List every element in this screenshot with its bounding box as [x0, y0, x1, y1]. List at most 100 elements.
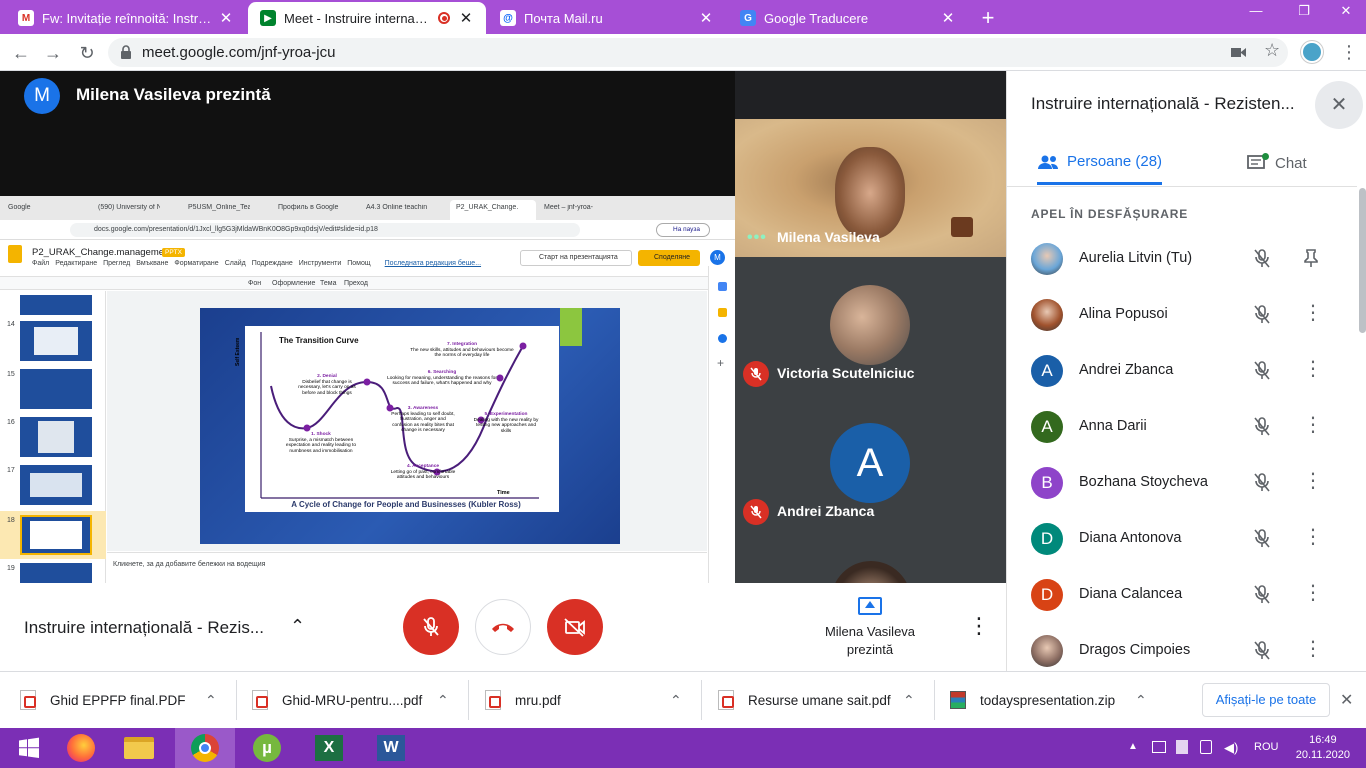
close-icon[interactable]: ✕ — [218, 9, 234, 27]
minimize-button[interactable]: — — [1236, 0, 1276, 22]
close-panel-button[interactable]: ✕ — [1315, 81, 1363, 129]
presenting-label[interactable]: Milena Vasileva prezintă — [810, 623, 930, 659]
more-options-icon[interactable]: ⋮ — [1303, 470, 1323, 492]
participant-name: Victoria Scutelniciuc — [777, 365, 915, 381]
participant-row[interactable]: Alina Popusoi ⋮ — [1007, 290, 1357, 346]
more-options-icon[interactable]: ⋮ — [1303, 414, 1323, 436]
leave-call-button[interactable] — [475, 599, 531, 655]
new-tab-button[interactable]: + — [972, 2, 1004, 34]
close-icon[interactable]: ✕ — [940, 9, 956, 27]
video-tile-presenter[interactable]: ••• Milena Vasileva — [735, 119, 1006, 257]
chevron-up-icon[interactable]: ⌃ — [290, 616, 305, 637]
tab-people[interactable]: Persoane (28) — [1037, 141, 1163, 185]
bookmark-star-icon[interactable]: ☆ — [1264, 40, 1280, 61]
participant-name: Milena Vasileva — [777, 229, 880, 245]
more-options-icon[interactable]: ⋮ — [1303, 302, 1323, 324]
participant-name: Dragos Cimpoies — [1079, 642, 1191, 658]
chevron-up-icon[interactable]: ⌃ — [205, 692, 217, 709]
action-center-flag-icon[interactable] — [1152, 741, 1166, 753]
forward-button[interactable]: → — [40, 40, 66, 66]
pin-icon[interactable] — [1303, 248, 1319, 268]
stage-label: 1. Shock Surprise, a mismatch between exp… — [285, 432, 357, 454]
back-button[interactable]: ← — [8, 40, 34, 66]
calendar-icon — [718, 282, 727, 291]
more-options-icon[interactable]: ⋮ — [1303, 526, 1323, 548]
close-downloads-icon[interactable]: ✕ — [1340, 690, 1353, 710]
profile-avatar[interactable] — [1301, 41, 1323, 63]
download-item[interactable]: Ghid EPPFP final.PDF ⌃ — [20, 672, 245, 728]
pdf-file-icon — [252, 690, 268, 710]
more-options-icon[interactable]: ⋮ — [1303, 582, 1323, 604]
clock[interactable]: 16:49 20.11.2020 — [1296, 733, 1350, 763]
restore-button[interactable]: ❐ — [1284, 0, 1324, 22]
firefox-icon[interactable] — [52, 728, 110, 768]
participant-row[interactable]: A Anna Darii ⋮ — [1007, 402, 1357, 458]
file-explorer-icon[interactable] — [110, 728, 168, 768]
keep-icon — [718, 308, 727, 317]
reload-button[interactable]: ↻ — [74, 40, 100, 66]
utorrent-icon[interactable]: µ — [238, 728, 296, 768]
tab-title: Google Traducere — [764, 10, 869, 26]
present-screen-icon[interactable] — [858, 597, 882, 615]
microphone-toggle-button[interactable] — [403, 599, 459, 655]
tab-chat[interactable]: Chat — [1247, 141, 1307, 185]
network-icon[interactable] — [1176, 740, 1188, 754]
window-close-button[interactable]: ✕ — [1326, 0, 1366, 22]
mic-off-icon — [743, 499, 769, 525]
x-axis-label: Time — [497, 490, 510, 496]
recording-icon — [438, 12, 450, 24]
mic-off-icon — [1254, 305, 1270, 324]
show-all-downloads-button[interactable]: Afișați-le pe toate — [1202, 683, 1330, 717]
browser-tab-meet[interactable]: ▶ Meet - Instruire internationa ✕ — [248, 2, 486, 34]
browser-tab-translate[interactable]: G Google Traducere ✕ — [728, 2, 968, 34]
participant-name: Alina Popusoi — [1079, 306, 1168, 322]
y-axis-label: Self Esteem — [235, 337, 241, 366]
participant-row[interactable]: D Diana Antonova ⋮ — [1007, 514, 1357, 570]
download-item[interactable]: todayspresentation.zip ⌃ — [950, 672, 1175, 728]
participant-row[interactable]: Aurelia Litvin (Tu) — [1007, 234, 1357, 290]
chevron-up-icon[interactable]: ⌃ — [670, 692, 682, 709]
browser-tab-gmail[interactable]: M Fw: Invitație reînnoită: Instruire in … — [6, 2, 246, 34]
shared-tab-strip: Google (590) University of N P5USM_Onlin… — [0, 196, 735, 220]
volume-icon[interactable]: ◀) — [1224, 740, 1238, 756]
video-tile[interactable]: A Andrei Zbanca — [735, 397, 1006, 537]
download-item[interactable]: Ghid-MRU-pentru....pdf ⌃ — [252, 672, 477, 728]
more-options-icon[interactable]: ⋮ — [1303, 638, 1323, 660]
meeting-title[interactable]: Instruire internațională - Rezis... — [24, 618, 264, 638]
more-options-icon[interactable]: ⋮ — [968, 613, 990, 639]
close-icon[interactable]: ✕ — [698, 9, 714, 27]
word-icon[interactable]: W — [362, 728, 420, 768]
excel-icon[interactable]: X — [300, 728, 358, 768]
slide-thumbnail-selected — [20, 515, 92, 555]
chevron-up-icon[interactable]: ⌃ — [1135, 692, 1147, 709]
mic-off-icon — [1254, 249, 1270, 268]
participant-row[interactable]: A Andrei Zbanca ⋮ — [1007, 346, 1357, 402]
download-item[interactable]: Resurse umane sait.pdf ⌃ — [718, 672, 943, 728]
video-tile[interactable]: Victoria Scutelniciuc — [735, 257, 1006, 397]
camera-icon[interactable] — [1231, 46, 1247, 59]
more-options-icon[interactable]: ⋮ — [1303, 358, 1323, 380]
camera-toggle-button[interactable] — [547, 599, 603, 655]
address-bar[interactable]: meet.google.com/jnf-yroa-jcu ☆ — [108, 38, 1288, 67]
browser-tab-mail[interactable]: @ Почта Mail.ru ✕ — [488, 2, 726, 34]
start-icon[interactable] — [0, 728, 58, 768]
menu-item: Файл — [32, 260, 50, 267]
video-tile[interactable] — [735, 537, 1006, 583]
slides-toolbar: Фон Оформление Тема Преход — [0, 276, 735, 290]
tray-chevron-icon[interactable]: ▲ — [1128, 741, 1138, 752]
download-filename: Resurse umane sait.pdf — [748, 692, 891, 708]
panel-scrollbar[interactable] — [1359, 188, 1366, 333]
participant-row[interactable]: B Bozhana Stoycheva ⋮ — [1007, 458, 1357, 514]
battery-icon[interactable] — [1200, 740, 1212, 754]
language-indicator[interactable]: ROU — [1254, 741, 1278, 753]
chevron-up-icon[interactable]: ⌃ — [903, 692, 915, 709]
download-item[interactable]: mru.pdf ⌃ — [485, 672, 710, 728]
participant-row[interactable]: D Diana Calancea ⋮ — [1007, 570, 1357, 626]
chevron-up-icon[interactable]: ⌃ — [437, 692, 449, 709]
download-filename: mru.pdf — [515, 692, 561, 708]
browser-menu-icon[interactable]: ⋮ — [1340, 41, 1358, 63]
close-icon[interactable]: ✕ — [458, 9, 474, 27]
stage-label: 3. Awareness Perhaps leading to self doub… — [391, 406, 455, 434]
meet-control-bar: Instruire internațională - Rezis... ⌃ Mi… — [0, 583, 1006, 671]
chrome-icon[interactable] — [175, 728, 235, 768]
